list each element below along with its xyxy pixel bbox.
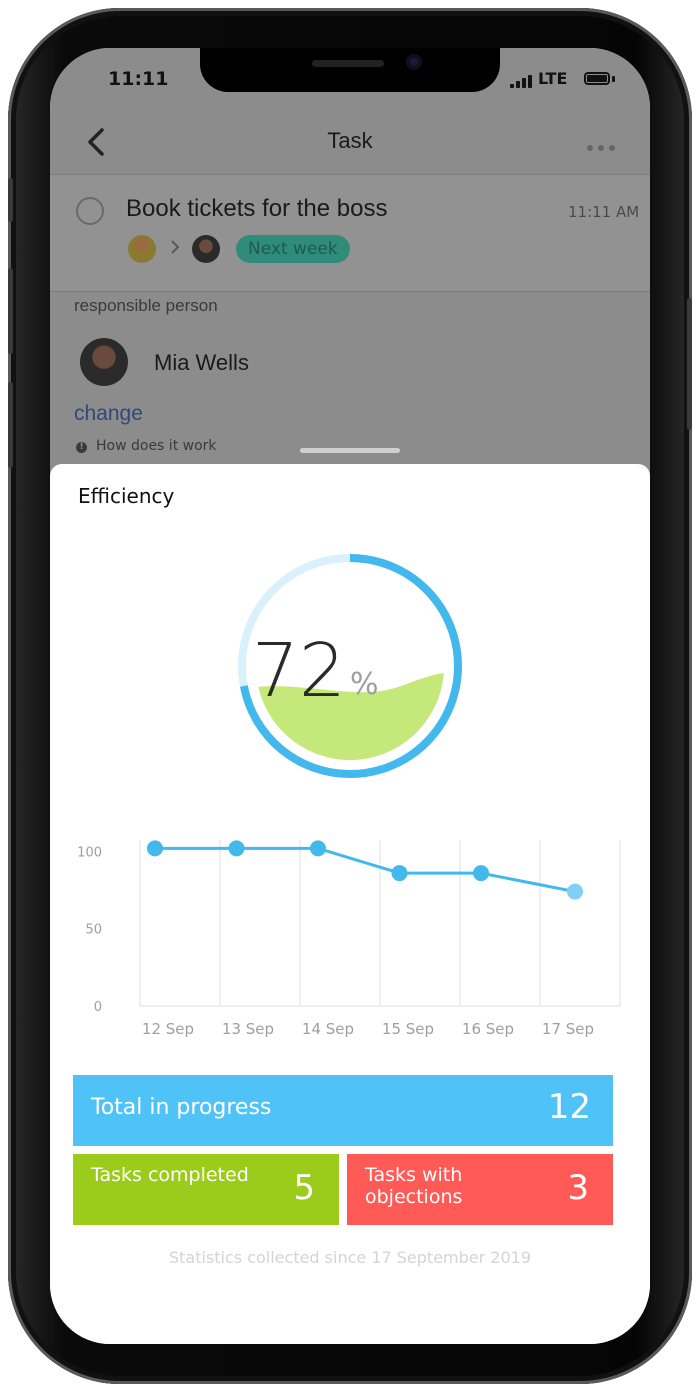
efficiency-gauge: 72 %: [238, 554, 462, 778]
deadline-badge-label: Next week: [248, 239, 338, 259]
status-bar: 11:11 LTE: [50, 48, 650, 112]
status-time: 11:11: [108, 68, 169, 90]
chart-data-point: [147, 840, 163, 857]
assignee-avatar: [192, 235, 220, 263]
y-tick-label: 50: [85, 923, 102, 938]
volume-down-button: [8, 382, 13, 468]
more-horizontal-icon[interactable]: [586, 134, 616, 158]
screen: 11:11 LTE Task Book tickets for the boss…: [50, 48, 650, 1344]
notch: [200, 48, 500, 92]
speaker-grille: [312, 60, 384, 67]
volume-up-button: [8, 268, 13, 354]
network-label: LTE: [538, 69, 568, 88]
power-button: [687, 298, 692, 430]
silent-switch: [8, 178, 13, 222]
sheet-title: Efficiency: [78, 484, 175, 508]
chevron-right-icon: [169, 237, 181, 262]
author-avatar: [128, 235, 156, 263]
tasks-with-objections-value: 3: [567, 1168, 589, 1208]
task-time: 11:11 AM: [568, 203, 640, 221]
x-tick-label: 13 Sep: [222, 1020, 274, 1038]
chart-data-point: [473, 865, 489, 882]
chart-data-point: [391, 865, 408, 882]
nav-bar: Task: [50, 112, 650, 174]
chart-data-point: [567, 883, 583, 900]
x-tick-label: 15 Sep: [382, 1020, 434, 1038]
efficiency-sheet: Efficiency 72 % 0 50 100 12 Sep 13 Sep 14 Se…: [50, 464, 650, 1344]
deadline-badge[interactable]: Next week: [236, 235, 350, 263]
tasks-completed-label: Tasks completed: [91, 1164, 249, 1186]
how-it-works-link[interactable]: How does it work: [96, 438, 217, 454]
statistics-footer: Statistics collected since 17 September …: [168, 1248, 532, 1267]
responsible-name: Mia Wells: [154, 350, 249, 375]
sheet-grab-handle[interactable]: [300, 448, 400, 453]
task-title: Book tickets for the boss: [126, 195, 388, 222]
chart-series-line: [155, 846, 576, 894]
efficiency-line-chart: 0 50 100 12 Sep 13 Sep 14 Sep 15 Sep 16 Sep 17 …: [77, 840, 621, 1038]
page-title: Task: [327, 128, 373, 153]
battery-icon: [584, 72, 610, 85]
x-tick-label: 16 Sep: [462, 1020, 514, 1038]
x-tick-label: 17 Sep: [542, 1020, 594, 1038]
y-tick-label: 0: [94, 1000, 102, 1015]
x-tick-label: 12 Sep: [142, 1020, 194, 1038]
gauge-percent: 72: [252, 628, 346, 714]
task-row[interactable]: Book tickets for the boss 11:11 AM Next …: [50, 174, 650, 292]
chart-data-point: [310, 840, 326, 857]
battery-tip: [612, 76, 615, 82]
responsible-label: responsible person: [74, 296, 218, 315]
responsible-avatar: [80, 338, 128, 386]
tasks-completed-value: 5: [293, 1168, 315, 1208]
tasks-with-objections-label: Tasks with objections: [365, 1164, 463, 1208]
change-link[interactable]: change: [74, 402, 143, 426]
y-tick-label: 100: [77, 845, 102, 860]
total-in-progress-value: 12: [547, 1087, 591, 1127]
complete-checkbox[interactable]: [76, 197, 104, 225]
signal-icon: [510, 74, 532, 88]
x-tick-label: 14 Sep: [302, 1020, 354, 1038]
gauge-percent-suffix: %: [350, 667, 379, 702]
info-icon: !: [76, 442, 87, 453]
front-camera: [406, 54, 422, 70]
total-in-progress-label: Total in progress: [91, 1095, 272, 1120]
chart-data-point: [228, 840, 245, 857]
tasks-completed-tile[interactable]: Tasks completed 5: [73, 1154, 339, 1225]
total-in-progress-tile[interactable]: Total in progress 12: [73, 1075, 613, 1146]
tasks-with-objections-tile[interactable]: Tasks with objections 3: [347, 1154, 613, 1225]
